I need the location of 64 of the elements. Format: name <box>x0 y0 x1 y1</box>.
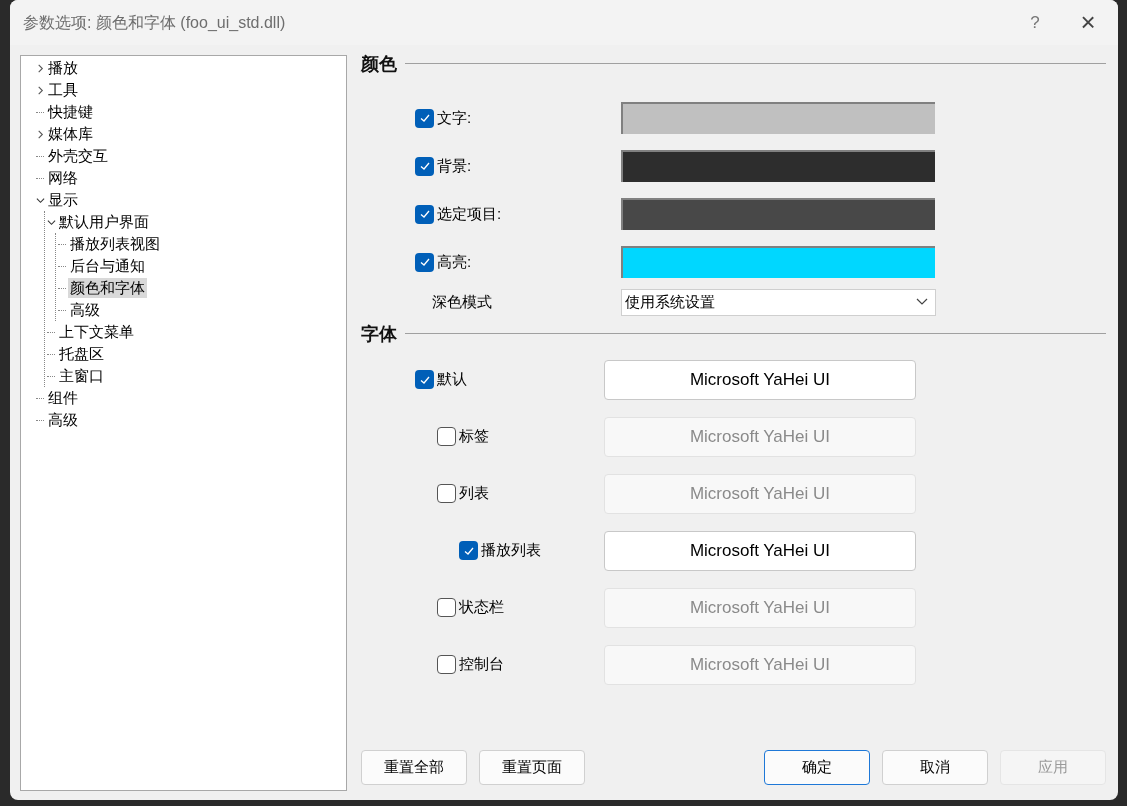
color-label: 选定项目: <box>437 203 502 224</box>
tree-item[interactable]: 组件 <box>46 388 80 408</box>
tree-item[interactable]: 网络 <box>46 168 80 188</box>
checkmark-icon <box>418 256 431 268</box>
color-swatch[interactable] <box>621 198 935 230</box>
chevron-down-icon <box>916 298 928 306</box>
chevron-right-icon[interactable] <box>35 63 45 73</box>
checkmark-icon <box>418 208 431 220</box>
color-swatch[interactable] <box>621 102 935 134</box>
tree-item[interactable]: 外壳交互 <box>46 146 110 166</box>
tree-item[interactable]: 播放列表视图 <box>68 234 162 254</box>
dark-mode-label: 深色模式 <box>431 291 493 312</box>
dialog-button[interactable]: 重置页面 <box>479 750 585 785</box>
color-label: 文字: <box>437 107 472 128</box>
tree-item[interactable]: 上下文菜单 <box>57 322 136 342</box>
color-swatch[interactable] <box>621 150 935 182</box>
font-label: 列表 <box>459 483 489 504</box>
tree-item[interactable]: 播放 <box>46 58 80 78</box>
close-button[interactable]: × <box>1058 0 1118 45</box>
tree-item[interactable]: 工具 <box>46 80 80 100</box>
chevron-down-icon[interactable] <box>46 217 56 227</box>
section-heading: 字体 <box>361 321 397 346</box>
color-label: 背景: <box>437 155 472 176</box>
tree-item[interactable]: 托盘区 <box>57 344 106 364</box>
checkmark-icon <box>418 160 431 172</box>
tree-item[interactable]: 默认用户界面 <box>57 212 151 232</box>
window-title: 参数选项: 颜色和字体 (foo_ui_std.dll) <box>23 12 287 33</box>
dialog-button[interactable]: 重置全部 <box>361 750 467 785</box>
dialog-button[interactable]: 确定 <box>764 750 870 785</box>
dark-mode-dropdown[interactable]: 使用系统设置 <box>621 288 936 316</box>
section-heading: 颜色 <box>361 51 397 76</box>
tree-item[interactable]: 后台与通知 <box>68 256 147 276</box>
font-label: 状态栏 <box>459 597 504 618</box>
checkbox[interactable] <box>415 252 434 272</box>
checkbox[interactable] <box>415 204 434 224</box>
tree-item[interactable]: 显示 <box>46 190 80 210</box>
checkbox[interactable] <box>459 541 478 560</box>
tree-item[interactable]: 主窗口 <box>57 366 106 386</box>
dialog-button[interactable]: 取消 <box>882 750 988 785</box>
checkbox[interactable] <box>415 156 434 176</box>
font-label: 标签 <box>459 426 489 447</box>
tree-item[interactable]: 快捷键 <box>46 102 95 122</box>
font-button[interactable]: Microsoft YaHei UI <box>604 359 916 400</box>
checkbox[interactable] <box>437 427 456 446</box>
checkbox[interactable] <box>415 370 434 389</box>
chevron-right-icon[interactable] <box>35 129 45 139</box>
tree-item[interactable]: 高级 <box>68 300 102 320</box>
color-label: 高亮: <box>437 251 472 272</box>
chevron-right-icon[interactable] <box>35 85 45 95</box>
font-label: 控制台 <box>459 654 504 675</box>
color-swatch[interactable] <box>621 246 935 278</box>
tree-item[interactable]: 高级 <box>46 410 80 430</box>
checkbox[interactable] <box>437 484 456 503</box>
checkmark-icon <box>418 112 431 124</box>
checkbox[interactable] <box>437 598 456 617</box>
help-button[interactable]: ? <box>1012 0 1058 45</box>
tree-item[interactable]: 颜色和字体 <box>68 278 147 298</box>
checkbox[interactable] <box>437 655 456 674</box>
font-label: 播放列表 <box>481 540 541 561</box>
font-button[interactable]: Microsoft YaHei UI <box>604 530 916 571</box>
font-label: 默认 <box>437 369 467 390</box>
chevron-down-icon[interactable] <box>35 195 45 205</box>
tree-item[interactable]: 媒体库 <box>46 124 95 144</box>
checkbox[interactable] <box>415 108 434 128</box>
